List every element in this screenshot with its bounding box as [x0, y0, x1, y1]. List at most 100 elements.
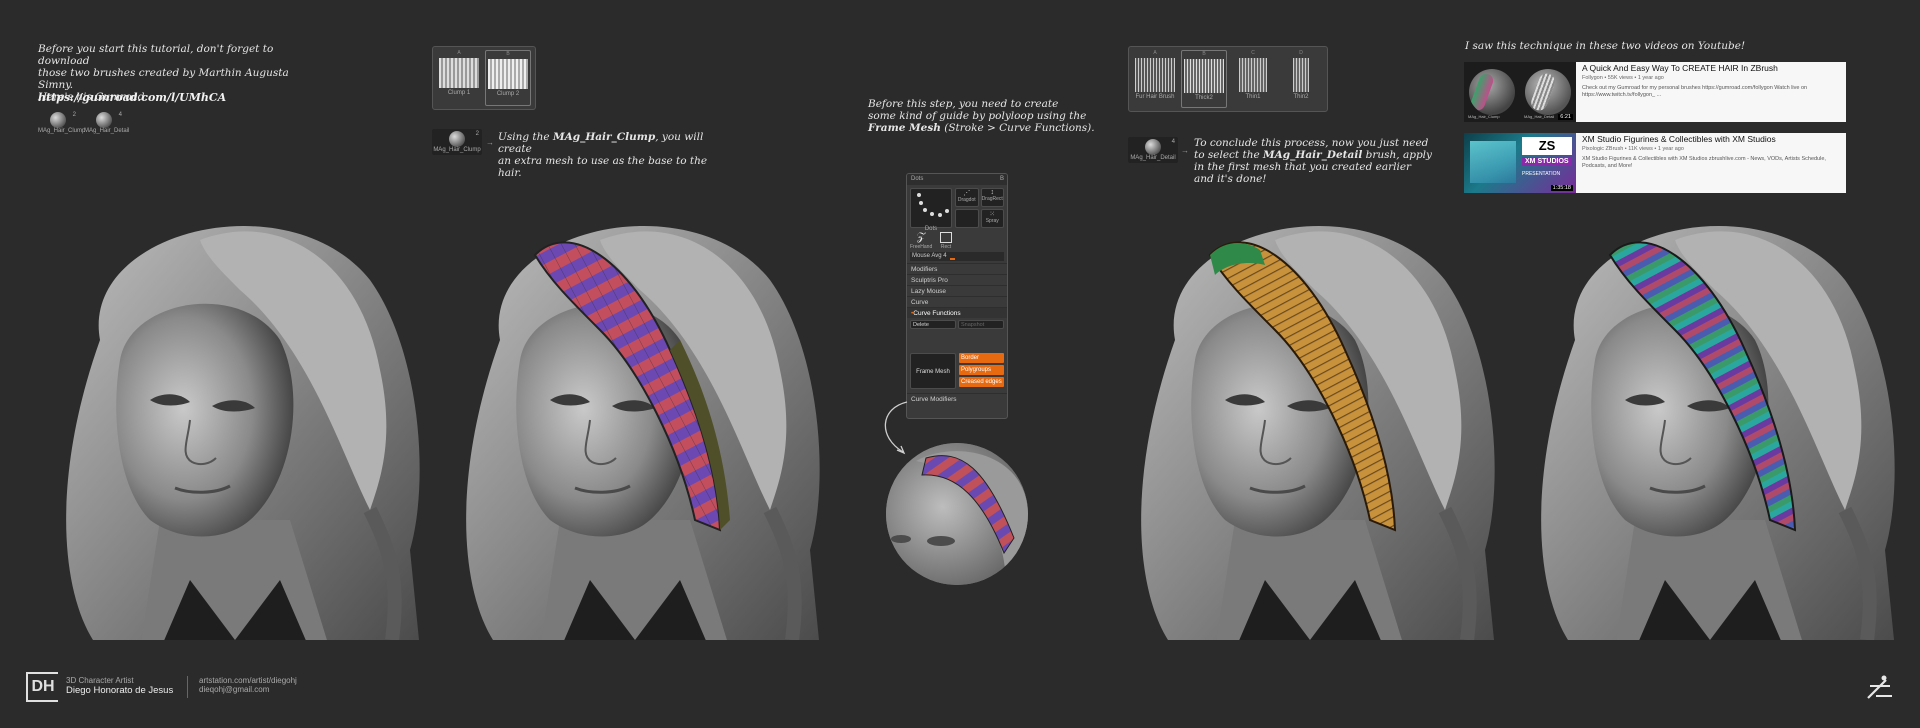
video-title[interactable]: A Quick And Easy Way To CREATE HAIR In Z…	[1582, 63, 1840, 73]
thumb-caption: XM STUDIOS	[1522, 157, 1572, 166]
tab-label: Clump 1	[447, 90, 471, 96]
thumb-label: MAg_Hair_Clump	[1468, 114, 1500, 119]
intro-brushes: 2 MAg_Hair_Clump 4 MAg_Hair_Detail	[38, 112, 130, 134]
divider	[187, 676, 188, 698]
author-role: 3D Character Artist	[66, 676, 134, 685]
video-card[interactable]: ZS XM STUDIOS PRESENTATION 1:35:18 XM St…	[1464, 133, 1846, 193]
brush-num: 4	[1171, 139, 1175, 145]
note-text: brush, apply	[1362, 149, 1432, 161]
note-text: in the first mesh that you created earli…	[1194, 161, 1412, 173]
stroke-label: Dragdot	[957, 197, 976, 203]
head-render-3	[1141, 226, 1495, 640]
detail-tab[interactable]: C Thin1	[1231, 50, 1275, 108]
videos-heading: I saw this technique in these two videos…	[1465, 40, 1746, 52]
stroke-panel-header: Dots B	[907, 174, 1007, 185]
alpha-tabs-panel: A Clump 1 B Clump 2	[432, 46, 536, 110]
dragrect-icon: ↕	[990, 189, 995, 196]
note-text: Before this step, you need to create	[868, 98, 1059, 110]
step2-note: Before this step, you need to create som…	[868, 98, 1098, 134]
video-thumbnail[interactable]: ZS XM STUDIOS PRESENTATION 1:35:18	[1464, 133, 1576, 193]
clump-alpha-icon	[439, 58, 479, 88]
hair-alpha-icon	[1184, 59, 1224, 93]
note-bold: MAg_Hair_Detail	[1263, 149, 1363, 161]
video-card[interactable]: MAg_Hair_Clump MAg_Hair_Detail 6:21 A Qu…	[1464, 62, 1846, 122]
dh-logo: DH	[26, 672, 58, 702]
tab-key: A	[457, 50, 461, 56]
tab-label: Fur Hair Brush	[1135, 94, 1175, 100]
arrow-icon: →	[486, 138, 494, 147]
hair-sphere-icon	[1469, 69, 1515, 115]
brush-num: 4	[118, 112, 122, 118]
alpha-tab[interactable]: B Clump 2	[485, 50, 531, 106]
zs-logo: ZS	[1522, 137, 1572, 155]
tab-key: D	[1299, 50, 1303, 56]
email-link[interactable]: dieqohj@gmail.com	[199, 685, 297, 694]
brush-sphere-icon	[96, 112, 112, 128]
hair-alpha-icon	[1135, 58, 1175, 92]
video-desc: XM Studio Figurines & Collectibles with …	[1582, 156, 1826, 169]
head-render-1	[66, 226, 420, 640]
tab-key: B	[506, 51, 510, 57]
video-thumbnail[interactable]: MAg_Hair_Clump MAg_Hair_Detail 6:21	[1464, 62, 1576, 122]
stroke-key: B	[999, 176, 1004, 182]
figurine-image	[1470, 141, 1516, 183]
author-name: Diego Honorato de Jesus	[66, 685, 174, 696]
note-bold: Frame Mesh	[868, 122, 941, 134]
dragdot-icon: ⋰	[963, 190, 971, 197]
video-meta: Follygon • 55K views • 1 year ago	[1582, 75, 1664, 81]
tab-label: Thick2	[1195, 95, 1213, 101]
zbrush-logo-icon	[1867, 675, 1892, 699]
tab-key: C	[1251, 50, 1255, 56]
step1-note: Using the MAg_Hair_Clump, you will creat…	[498, 131, 718, 179]
alpha-tab[interactable]: A Clump 1	[437, 50, 481, 106]
tab-label: Thin2	[1293, 94, 1309, 100]
brush-num: 2	[72, 112, 76, 118]
tab-key: A	[1153, 50, 1157, 56]
note-text: (Stroke > Curve Functions).	[940, 122, 1095, 134]
stroke-label: DragRect	[981, 196, 1003, 202]
hair-sphere-icon	[1525, 69, 1571, 115]
detail-tab[interactable]: D Thin2	[1279, 50, 1323, 108]
head-renders	[0, 210, 1920, 640]
stroke-name: Dots	[911, 176, 924, 182]
brush-label: MAg_Hair_Detail	[1130, 155, 1176, 161]
brush-sphere-icon	[1145, 139, 1161, 155]
brush-thumb[interactable]: 4 MAg_Hair_Detail	[84, 112, 130, 134]
video-duration: 6:21	[1558, 114, 1573, 120]
detail-tab[interactable]: B Thick2	[1181, 50, 1227, 108]
head-render-2	[466, 226, 820, 640]
contact-block: artstation.com/artist/diegohj dieqohj@gm…	[199, 676, 297, 694]
head-render-4	[1541, 226, 1895, 640]
hair-alpha-icon	[1239, 58, 1267, 92]
dragdot-button[interactable]: ⋰ Dragdot	[955, 188, 979, 207]
hair-alpha-icon	[1293, 58, 1309, 92]
tab-label: Thin1	[1245, 94, 1261, 100]
note-text: to select the	[1194, 149, 1264, 161]
intro-line: those two brushes created by Marthin Aug…	[38, 67, 289, 91]
dragrect-button[interactable]: ↕ DragRect	[980, 188, 1004, 207]
artstation-link[interactable]: artstation.com/artist/diegohj	[199, 676, 297, 685]
brush-label: MAg_Hair_Detail	[84, 128, 130, 134]
note-text: an extra mesh to use as the base to the …	[498, 155, 708, 179]
brush-thumb[interactable]: 2 MAg_Hair_Clump	[38, 112, 86, 134]
brush-label: MAg_Hair_Clump	[38, 128, 86, 134]
detail-tabs-panel: A Fur Hair Brush B Thick2 C Thin1 D Thin…	[1128, 46, 1328, 112]
video-title[interactable]: XM Studio Figurines & Collectibles with …	[1582, 134, 1840, 144]
gumroad-link[interactable]: https://gumroad.com/l/UMhCA	[38, 91, 226, 104]
note-bold: MAg_Hair_Clump	[552, 131, 656, 143]
tab-label: Clump 2	[496, 91, 520, 97]
arrow-icon: →	[1181, 146, 1189, 155]
detail-brush-thumb[interactable]: 4 MAg_Hair_Detail	[1128, 137, 1178, 163]
detail-tab[interactable]: A Fur Hair Brush	[1133, 50, 1177, 108]
brush-label: MAg_Hair_Clump	[433, 147, 481, 153]
brush-sphere-icon	[449, 131, 465, 147]
note-text: some kind of guide by polyloop using the	[868, 110, 1087, 122]
author-block: 3D Character Artist Diego Honorato de Je…	[66, 676, 173, 696]
thumb-label: MAg_Hair_Detail	[1524, 114, 1555, 119]
note-text: Using the	[498, 131, 553, 143]
step3-note: To conclude this process, now you just n…	[1194, 137, 1434, 185]
note-text: and it's done!	[1194, 173, 1267, 185]
clump-brush-thumb[interactable]: 2 MAg_Hair_Clump	[432, 129, 482, 155]
video-desc: Check out my Gumroad for my personal bru…	[1582, 85, 1808, 98]
brush-sphere-icon	[50, 112, 66, 128]
